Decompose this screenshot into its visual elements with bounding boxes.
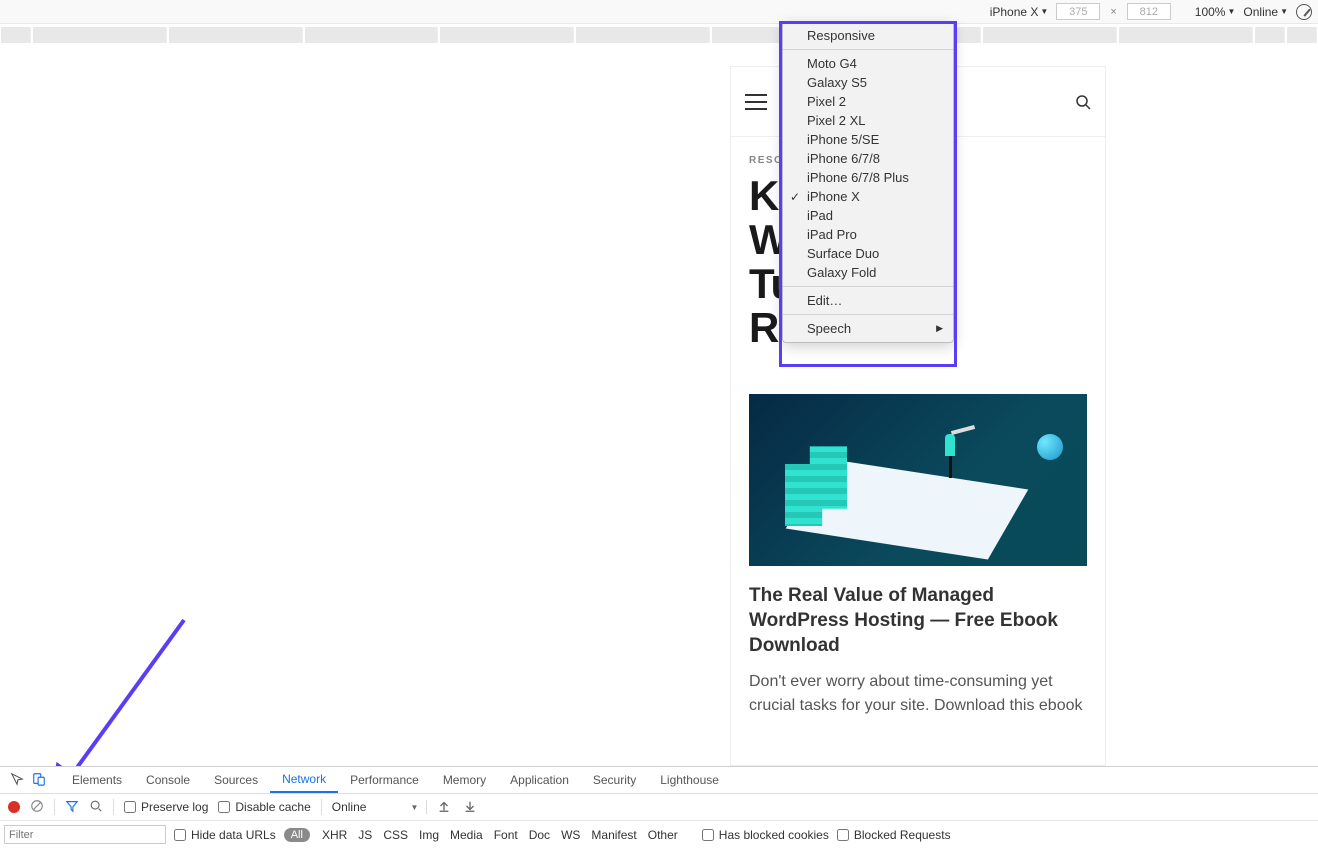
check-icon: ✓: [790, 190, 800, 204]
caret-down-icon: ▼: [1280, 7, 1288, 16]
device-select-dropdown[interactable]: iPhone X ▼: [990, 5, 1049, 19]
dim-separator: ×: [1108, 6, 1118, 18]
device-menu-item[interactable]: iPad Pro: [783, 225, 953, 244]
filter-type-css[interactable]: CSS: [383, 828, 408, 842]
devtools-tabs: ElementsConsoleSourcesNetworkPerformance…: [0, 767, 1318, 794]
device-menu[interactable]: Responsive Moto G4 Galaxy S5 Pixel 2 Pixel 2…: [782, 21, 954, 343]
emulation-viewport: a RESOURCES Ki g - Wo s Tu nd Resources: [0, 46, 1318, 766]
device-menu-item[interactable]: Galaxy Fold: [783, 263, 953, 282]
device-menu-item[interactable]: iPhone 6/7/8 Plus: [783, 168, 953, 187]
filter-type-other[interactable]: Other: [648, 828, 678, 842]
network-throttle-dropdown[interactable]: Online: [332, 800, 371, 814]
device-menu-item[interactable]: Galaxy S5: [783, 73, 953, 92]
filter-input[interactable]: [4, 825, 166, 844]
upload-har-icon[interactable]: [437, 799, 451, 816]
menu-item-label: Edit…: [807, 293, 842, 308]
device-menu-item[interactable]: Edit…: [783, 291, 953, 310]
caret-down-icon: ▼: [1227, 7, 1235, 16]
filter-type-all[interactable]: All: [284, 828, 310, 842]
tab-console[interactable]: Console: [134, 767, 202, 793]
device-toggle-icon[interactable]: [28, 772, 50, 789]
menu-item-label: Galaxy S5: [807, 75, 867, 90]
device-menu-item[interactable]: Pixel 2 XL: [783, 111, 953, 130]
device-menu-item[interactable]: Surface Duo: [783, 244, 953, 263]
filter-icon[interactable]: [65, 799, 79, 816]
network-toolbar: Preserve log Disable cache Online ▼: [0, 794, 1318, 821]
filter-type-media[interactable]: Media: [450, 828, 483, 842]
menu-icon[interactable]: [745, 94, 767, 110]
hide-data-urls-checkbox[interactable]: Hide data URLs: [174, 828, 276, 842]
menu-item-label: iPad: [807, 208, 833, 223]
menu-item-label: Surface Duo: [807, 246, 879, 261]
hero-image: [749, 394, 1087, 566]
has-blocked-cookies-checkbox[interactable]: Has blocked cookies: [702, 828, 829, 842]
menu-separator: [783, 49, 953, 50]
menu-separator: [783, 314, 953, 315]
filter-type-js[interactable]: JS: [358, 828, 372, 842]
record-button[interactable]: [8, 801, 20, 813]
filter-type-xhr[interactable]: XHR: [322, 828, 347, 842]
search-icon[interactable]: [89, 799, 103, 816]
devtools-panel: ElementsConsoleSourcesNetworkPerformance…: [0, 766, 1318, 848]
network-filter-bar: Hide data URLs All XHR JS CSS Img Media Font D…: [0, 821, 1318, 848]
filter-type-manifest[interactable]: Manifest: [591, 828, 636, 842]
blocked-requests-checkbox[interactable]: Blocked Requests: [837, 828, 951, 842]
zoom-value: 100%: [1195, 5, 1226, 19]
throttle-dropdown[interactable]: Online ▼: [1243, 5, 1288, 19]
tab-performance[interactable]: Performance: [338, 767, 431, 793]
viewport-ruler: [0, 24, 1318, 46]
menu-item-label: iPhone 6/7/8 Plus: [807, 170, 909, 185]
preserve-log-checkbox[interactable]: Preserve log: [124, 800, 208, 814]
rotate-icon[interactable]: [1296, 4, 1312, 20]
menu-item-label: iPhone X: [807, 189, 860, 204]
menu-item-label: Pixel 2 XL: [807, 113, 866, 128]
filter-type-doc[interactable]: Doc: [529, 828, 550, 842]
caret-down-icon: ▼: [410, 803, 418, 812]
tab-elements[interactable]: Elements: [60, 767, 134, 793]
device-menu-item[interactable]: ✓ iPhone X: [783, 187, 953, 206]
submenu-arrow-icon: ▶: [936, 323, 943, 334]
tab-sources[interactable]: Sources: [202, 767, 270, 793]
menu-separator: [783, 286, 953, 287]
tab-network[interactable]: Network: [270, 767, 338, 793]
device-menu-item[interactable]: Responsive: [783, 26, 953, 45]
device-menu-item[interactable]: iPhone 6/7/8: [783, 149, 953, 168]
tab-memory[interactable]: Memory: [431, 767, 498, 793]
download-har-icon[interactable]: [463, 799, 477, 816]
post-excerpt: Don't ever worry about time-consuming ye…: [749, 670, 1087, 716]
tab-security[interactable]: Security: [581, 767, 648, 793]
clear-icon[interactable]: [30, 799, 44, 816]
menu-item-label: iPad Pro: [807, 227, 857, 242]
filter-type-ws[interactable]: WS: [561, 828, 580, 842]
menu-item-label: Galaxy Fold: [807, 265, 876, 280]
menu-item-label: iPhone 5/SE: [807, 132, 879, 147]
viewport-height-input[interactable]: [1127, 3, 1171, 20]
device-menu-item[interactable]: Moto G4: [783, 54, 953, 73]
zoom-dropdown[interactable]: 100% ▼: [1195, 5, 1236, 19]
menu-item-label: Speech: [807, 321, 851, 336]
device-menu-item[interactable]: iPad: [783, 206, 953, 225]
disable-cache-checkbox[interactable]: Disable cache: [218, 800, 310, 814]
device-menu-item[interactable]: iPhone 5/SE: [783, 130, 953, 149]
device-menu-item[interactable]: Speech ▶: [783, 319, 953, 338]
menu-item-label: Pixel 2: [807, 94, 846, 109]
menu-item-label: iPhone 6/7/8: [807, 151, 880, 166]
viewport-width-input[interactable]: [1056, 3, 1100, 20]
throttle-value: Online: [1243, 5, 1278, 19]
filter-type-font[interactable]: Font: [494, 828, 518, 842]
caret-down-icon: ▼: [1040, 7, 1048, 16]
menu-item-label: Responsive: [807, 28, 875, 43]
menu-item-label: Moto G4: [807, 56, 857, 71]
device-toolbar: iPhone X ▼ × 100% ▼ Online ▼: [0, 0, 1318, 24]
search-icon[interactable]: [1075, 94, 1091, 110]
device-name: iPhone X: [990, 5, 1039, 19]
tab-application[interactable]: Application: [498, 767, 581, 793]
device-menu-item[interactable]: Pixel 2: [783, 92, 953, 111]
filter-type-img[interactable]: Img: [419, 828, 439, 842]
tab-lighthouse[interactable]: Lighthouse: [648, 767, 731, 793]
post-title[interactable]: The Real Value of Managed WordPress Host…: [749, 584, 1087, 658]
inspect-icon[interactable]: [6, 772, 28, 789]
